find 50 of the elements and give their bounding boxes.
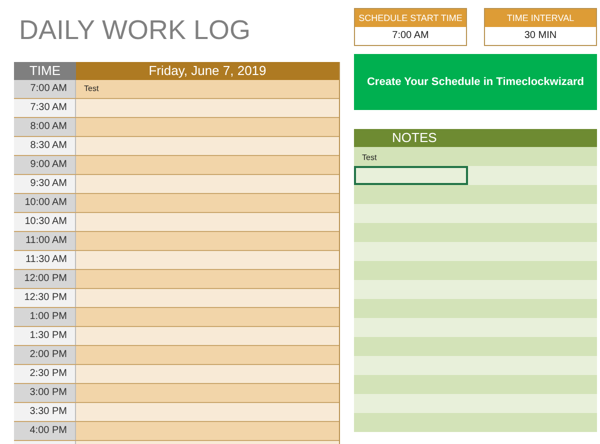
- entry-cell[interactable]: [76, 270, 339, 288]
- time-cell: 7:00 AM: [14, 80, 76, 98]
- time-cell: 12:30 PM: [14, 289, 76, 307]
- time-cell: 4:00 PM: [14, 422, 76, 440]
- entry-cell[interactable]: [76, 99, 339, 117]
- entry-cell[interactable]: [76, 156, 339, 174]
- setting-label: SCHEDULE START TIME: [355, 9, 466, 27]
- time-cell: 7:30 AM: [14, 99, 76, 117]
- time-cell: 10:30 AM: [14, 213, 76, 231]
- notes-row[interactable]: Test: [354, 147, 597, 166]
- time-cell: 8:00 AM: [14, 118, 76, 136]
- entry-cell[interactable]: [76, 137, 339, 155]
- time-header: TIME: [14, 62, 76, 80]
- selected-cell[interactable]: [354, 166, 468, 185]
- entry-cell[interactable]: [76, 118, 339, 136]
- setting-label: TIME INTERVAL: [485, 9, 596, 27]
- time-cell: 3:30 PM: [14, 403, 76, 421]
- setting-value[interactable]: 30 MIN: [485, 27, 596, 45]
- time-cell: 3:00 PM: [14, 384, 76, 402]
- entry-cell[interactable]: [76, 308, 339, 326]
- time-cell: 1:30 PM: [14, 327, 76, 345]
- time-cell: 11:30 AM: [14, 251, 76, 269]
- date-header: Friday, June 7, 2019: [76, 62, 339, 80]
- time-cell: 9:30 AM: [14, 175, 76, 193]
- entry-cell[interactable]: [76, 175, 339, 193]
- entry-cell[interactable]: [76, 346, 339, 364]
- note-text: Test: [362, 152, 377, 164]
- time-cell: 2:30 PM: [14, 365, 76, 383]
- time-cell: 8:30 AM: [14, 137, 76, 155]
- page-title: DAILY WORK LOG: [18, 14, 252, 47]
- notes-header: NOTES: [354, 129, 597, 147]
- time-cell: 10:00 AM: [14, 194, 76, 212]
- entry-cell[interactable]: [76, 384, 339, 402]
- entry-cell[interactable]: [76, 213, 339, 231]
- notes-row[interactable]: [354, 166, 597, 185]
- time-cell: 11:00 AM: [14, 232, 76, 250]
- time-cell: 12:00 PM: [14, 270, 76, 288]
- entry-cell[interactable]: [76, 194, 339, 212]
- setting-value[interactable]: 7:00 AM: [355, 27, 466, 45]
- entry-cell[interactable]: [76, 365, 339, 383]
- entry-cell[interactable]: [76, 251, 339, 269]
- entry-cell[interactable]: [76, 232, 339, 250]
- entry-cell[interactable]: [76, 403, 339, 421]
- time-cell: 9:00 AM: [14, 156, 76, 174]
- entry-cell[interactable]: [76, 327, 339, 345]
- time-cell: 2:00 PM: [14, 346, 76, 364]
- entry-cell[interactable]: Test: [76, 80, 339, 98]
- entry-cell[interactable]: [76, 422, 339, 440]
- time-cell: 1:00 PM: [14, 308, 76, 326]
- entry-cell[interactable]: [76, 289, 339, 307]
